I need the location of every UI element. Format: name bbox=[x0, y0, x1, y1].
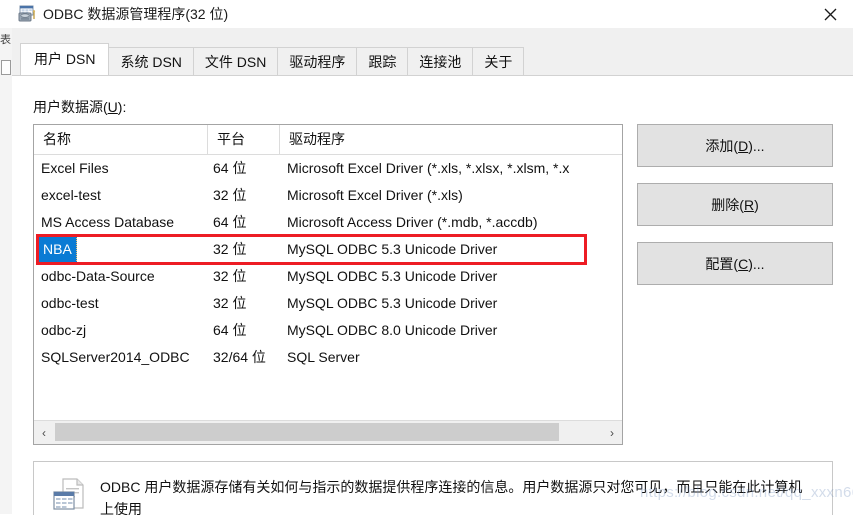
cell-driver: Microsoft Access Driver (*.mdb, *.accdb) bbox=[287, 214, 538, 230]
add-button-accel: D bbox=[738, 137, 749, 154]
user-dsn-panel: 用户数据源(U): 名称 平台 驱动程序 Excel Files 64 位 Mi… bbox=[12, 75, 853, 515]
cell-platform: 32 位 bbox=[213, 295, 247, 311]
scroll-left-arrow-icon[interactable]: ‹ bbox=[34, 421, 54, 444]
column-header-name[interactable]: 名称 bbox=[34, 125, 207, 154]
tab-drivers[interactable]: 驱动程序 bbox=[277, 47, 358, 75]
add-button-prefix: 添加( bbox=[705, 137, 739, 154]
cell-name: odbc-test bbox=[41, 295, 99, 311]
tab-tracing[interactable]: 跟踪 bbox=[356, 47, 409, 75]
cell-platform: 64 位 bbox=[213, 214, 247, 230]
tabs-row: 用户 DSN 系统 DSN 文件 DSN 驱动程序 跟踪 连接池 关于 bbox=[20, 43, 525, 75]
delete-button-suffix: ) bbox=[754, 196, 759, 213]
scroll-right-arrow-icon[interactable]: › bbox=[602, 421, 622, 444]
column-header-platform[interactable]: 平台 bbox=[207, 125, 279, 154]
table-row[interactable]: odbc-zj 64 位 MySQL ODBC 8.0 Unicode Driv… bbox=[34, 317, 622, 344]
cell-platform: 32/64 位 bbox=[213, 349, 266, 365]
description-text: ODBC 用户数据源存储有关如何与指示的数据提供程序连接的信息。用户数据源只对您… bbox=[100, 479, 803, 515]
cell-name: excel-test bbox=[41, 187, 101, 203]
delete-button[interactable]: 删除(R) bbox=[637, 183, 833, 226]
user-data-sources-label: 用户数据源(U): bbox=[33, 97, 126, 117]
add-button[interactable]: 添加(D)... bbox=[637, 124, 833, 167]
background-window-text: 表 bbox=[0, 34, 11, 46]
tab-system-dsn[interactable]: 系统 DSN bbox=[108, 47, 194, 75]
configure-button-accel: C bbox=[738, 255, 749, 272]
cell-name: SQLServer2014_ODBC bbox=[41, 349, 190, 365]
table-row[interactable]: MS Access Database 64 位 Microsoft Access… bbox=[34, 209, 622, 236]
cell-driver: MySQL ODBC 8.0 Unicode Driver bbox=[287, 322, 498, 338]
cell-name: MS Access Database bbox=[41, 214, 175, 230]
tab-file-dsn[interactable]: 文件 DSN bbox=[192, 47, 279, 75]
table-row[interactable]: excel-test 32 位 Microsoft Excel Driver (… bbox=[34, 182, 622, 209]
cell-name: NBA bbox=[38, 236, 77, 263]
data-sources-listview[interactable]: 名称 平台 驱动程序 Excel Files 64 位 Microsoft Ex… bbox=[33, 124, 623, 445]
source-label-prefix: 用户数据源( bbox=[33, 99, 108, 115]
odbc-database-icon bbox=[17, 4, 37, 24]
configure-button[interactable]: 配置(C)... bbox=[637, 242, 833, 285]
cell-driver: Microsoft Excel Driver (*.xls) bbox=[287, 187, 463, 203]
cell-driver: SQL Server bbox=[287, 349, 360, 365]
cell-platform: 32 位 bbox=[213, 241, 247, 257]
configure-button-suffix: )... bbox=[748, 255, 765, 272]
cell-platform: 64 位 bbox=[213, 322, 247, 338]
tab-user-dsn[interactable]: 用户 DSN bbox=[20, 43, 110, 75]
tab-strip: 用户 DSN 系统 DSN 文件 DSN 驱动程序 跟踪 连接池 关于 bbox=[12, 28, 853, 75]
tab-about[interactable]: 关于 bbox=[472, 47, 525, 75]
cell-name: Excel Files bbox=[41, 160, 109, 176]
listview-header: 名称 平台 驱动程序 bbox=[34, 125, 622, 155]
tab-connection-pooling[interactable]: 连接池 bbox=[407, 47, 474, 75]
table-row[interactable]: SQLServer2014_ODBC 32/64 位 SQL Server bbox=[34, 344, 622, 371]
scrollbar-thumb[interactable] bbox=[55, 423, 560, 441]
cell-name: odbc-Data-Source bbox=[41, 268, 155, 284]
cell-name: odbc-zj bbox=[41, 322, 87, 338]
title-bar: ODBC 数据源管理程序(32 位) bbox=[12, 0, 853, 29]
description-box: ODBC 用户数据源存储有关如何与指示的数据提供程序连接的信息。用户数据源只对您… bbox=[33, 461, 833, 515]
delete-button-accel: R bbox=[743, 196, 755, 213]
scrollbar-track[interactable] bbox=[54, 421, 602, 444]
source-label-accel: U bbox=[107, 99, 118, 115]
horizontal-scrollbar[interactable]: ‹ › bbox=[34, 420, 622, 444]
document-table-icon bbox=[50, 475, 88, 513]
cell-platform: 64 位 bbox=[213, 160, 247, 176]
cell-platform: 32 位 bbox=[213, 187, 247, 203]
cell-platform: 32 位 bbox=[213, 268, 247, 284]
background-window-box bbox=[1, 60, 11, 75]
odbc-data-source-administrator-dialog: ODBC 数据源管理程序(32 位) 用户 DSN 系统 DSN 文件 DSN … bbox=[12, 0, 853, 515]
cell-driver: MySQL ODBC 5.3 Unicode Driver bbox=[287, 241, 498, 257]
window-title: ODBC 数据源管理程序(32 位) bbox=[43, 6, 229, 22]
table-row[interactable]: odbc-test 32 位 MySQL ODBC 5.3 Unicode Dr… bbox=[34, 290, 622, 317]
listview-rows: Excel Files 64 位 Microsoft Excel Driver … bbox=[34, 155, 622, 422]
add-button-suffix: )... bbox=[748, 137, 765, 154]
table-row[interactable]: odbc-Data-Source 32 位 MySQL ODBC 5.3 Uni… bbox=[34, 263, 622, 290]
configure-button-prefix: 配置( bbox=[705, 255, 739, 272]
table-row-selected[interactable]: NBA 32 位 MySQL ODBC 5.3 Unicode Driver bbox=[34, 236, 622, 263]
close-icon[interactable] bbox=[808, 0, 853, 28]
delete-button-prefix: 删除( bbox=[711, 196, 744, 213]
background-window-sliver: 表 bbox=[0, 0, 13, 514]
cell-driver: Microsoft Excel Driver (*.xls, *.xlsx, *… bbox=[287, 160, 570, 176]
cell-driver: MySQL ODBC 5.3 Unicode Driver bbox=[287, 268, 498, 284]
source-label-suffix: ): bbox=[117, 99, 127, 115]
table-row[interactable]: Excel Files 64 位 Microsoft Excel Driver … bbox=[34, 155, 622, 182]
cell-driver: MySQL ODBC 5.3 Unicode Driver bbox=[287, 295, 498, 311]
column-header-driver[interactable]: 驱动程序 bbox=[279, 125, 622, 154]
